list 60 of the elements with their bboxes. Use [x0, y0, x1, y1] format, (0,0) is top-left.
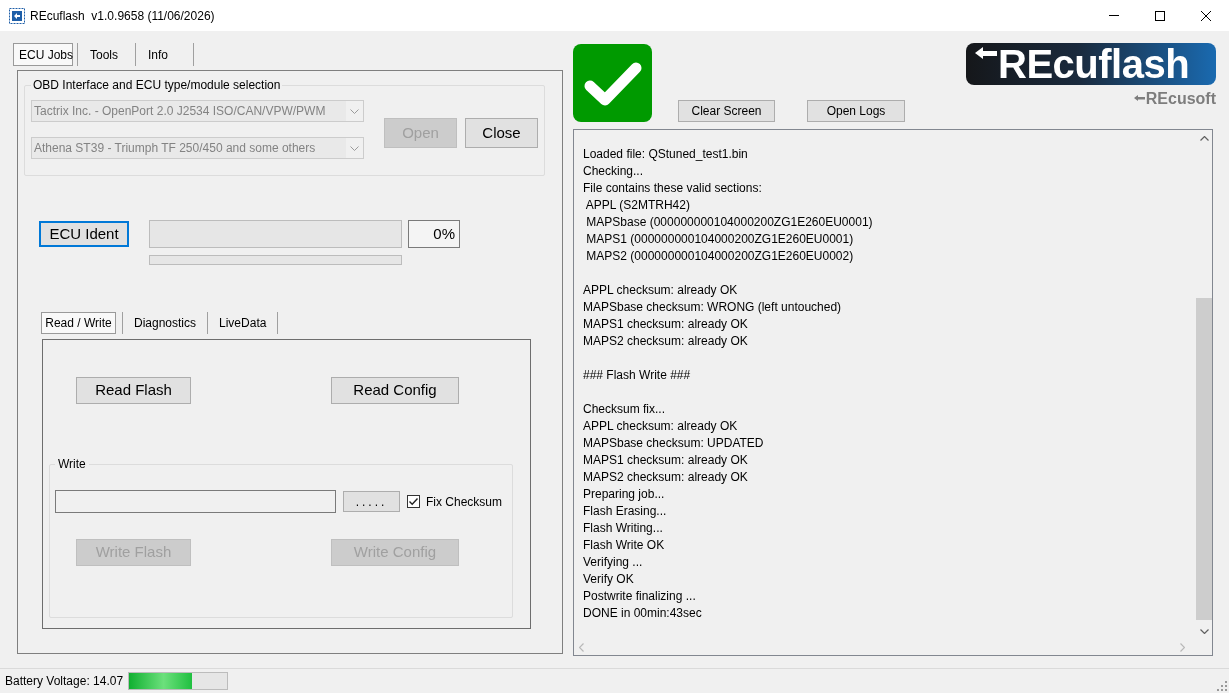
log-line: APPL checksum: already OK — [583, 418, 738, 435]
chevron-down-icon — [350, 108, 359, 114]
log-line: Checking... — [583, 163, 644, 180]
minimize-icon — [1109, 15, 1119, 16]
checkbox-label[interactable]: Fix Checksum — [426, 492, 502, 511]
log-line: MAPSbase checksum: WRONG (left untouched) — [583, 299, 842, 316]
close-icon — [1201, 10, 1211, 21]
log-line: Loaded file: QStuned_test1.bin — [583, 146, 748, 163]
log-line: MAPSbase checksum: UPDATED — [583, 435, 764, 452]
log-line: Verify OK — [583, 571, 634, 588]
log-line: Flash Write OK — [583, 537, 665, 554]
log-line: Postwrite finalizing ... — [583, 588, 696, 605]
chevron-up-icon[interactable] — [1199, 136, 1209, 141]
log-line: Flash Writing... — [583, 520, 663, 537]
tab[interactable]: Read / Write — [41, 312, 116, 334]
percent-readout: 0% — [408, 220, 460, 248]
log-line: MAPS1 checksum: already OK — [583, 316, 748, 333]
tab[interactable]: ECU Jobs — [13, 43, 73, 66]
log-line: Verifying ... — [583, 554, 643, 571]
tab[interactable]: Diagnostics — [122, 312, 208, 334]
log-line: Preparing job... — [583, 486, 665, 503]
log-line: File contains these valid sections: — [583, 180, 762, 197]
log-line: ### Flash Write ### — [583, 367, 691, 384]
logo-text: REcuflash — [998, 43, 1190, 85]
log-line: Flash Erasing... — [583, 503, 667, 520]
checkbox[interactable] — [407, 495, 420, 508]
ecu-ident-button[interactable]: ECU Ident — [39, 221, 129, 247]
status-text: Battery Voltage: 14.07 — [5, 673, 124, 690]
log-line: DONE in 00min:43sec — [583, 605, 702, 622]
log-line: Checksum fix... — [583, 401, 666, 418]
log-line: MAPS2 (000000000104000200ZG1E260EU0002) — [585, 248, 854, 265]
chevron-down-icon[interactable] — [1199, 629, 1209, 634]
scrollbar-thumb[interactable] — [1196, 298, 1212, 620]
group-title: Write — [57, 457, 87, 472]
clear-screen-button[interactable]: Clear Screen — [678, 100, 775, 122]
resize-grip-icon[interactable] — [1217, 681, 1227, 691]
log-line: MAPS1 (000000000104000200ZG1E260EU0001) — [585, 231, 854, 248]
log-line: APPL checksum: already OK — [583, 282, 738, 299]
app-icon — [9, 7, 25, 24]
arrow-left-icon — [1133, 95, 1145, 103]
chevron-down-icon — [350, 145, 359, 151]
window-title: REcuflash v1.0.9658 (11/06/2026) — [30, 7, 215, 25]
log-line: MAPS1 checksum: already OK — [583, 452, 748, 469]
logo-subtext: REcusoft — [1145, 91, 1216, 107]
success-check-icon — [573, 44, 652, 122]
file-path-field[interactable] — [55, 490, 336, 513]
chevron-left-icon[interactable] — [579, 642, 584, 652]
read-flash-button[interactable]: Read Flash — [76, 377, 191, 404]
chevron-right-icon[interactable] — [1180, 642, 1185, 652]
maximize-icon — [1155, 10, 1165, 21]
group-title: OBD Interface and ECU type/module selection — [32, 78, 282, 93]
log-line: MAPS2 checksum: already OK — [583, 469, 748, 486]
tab[interactable]: Tools — [77, 43, 135, 66]
read-config-button[interactable]: Read Config — [331, 377, 459, 404]
browse-button[interactable]: ..... — [343, 491, 400, 512]
close-button[interactable]: Close — [465, 118, 538, 148]
log-line: MAPSbase (000000000104000200ZG1E260EU0001) — [585, 214, 873, 231]
open-logs-button[interactable]: Open Logs — [807, 100, 905, 122]
log-line: MAPS2 checksum: already OK — [583, 333, 748, 350]
log-line: APPL (S2MTRH42) — [584, 197, 690, 214]
